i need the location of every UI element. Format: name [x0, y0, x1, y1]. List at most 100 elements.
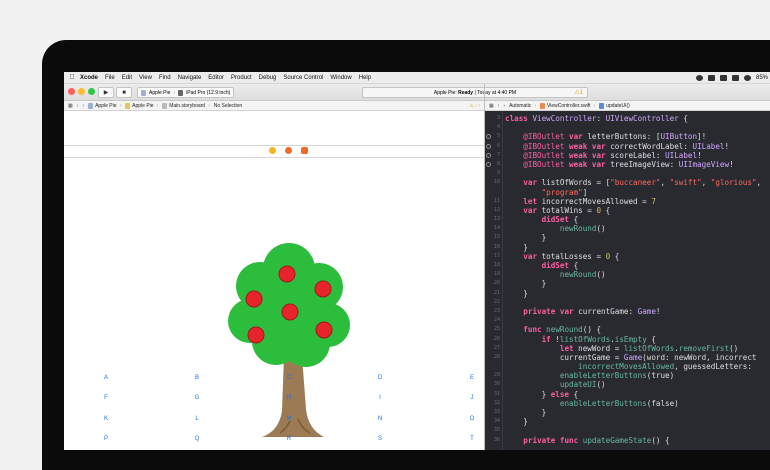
- letter-button-a[interactable]: A: [96, 375, 116, 381]
- letter-button-s[interactable]: S: [370, 436, 390, 442]
- code-line[interactable]: 13 didSet {: [485, 215, 770, 224]
- menu-debug[interactable]: Debug: [259, 75, 277, 81]
- back-arrow-icon[interactable]: ‹: [498, 103, 500, 109]
- letter-button-f[interactable]: F: [96, 395, 116, 401]
- scheme-selector[interactable]: Apple Pie › iPad Pro (12.9 inch): [137, 87, 235, 98]
- code-line[interactable]: 23 private var currentGame: Game!: [485, 307, 770, 316]
- menu-xcode[interactable]: Xcode: [80, 75, 98, 81]
- code-line[interactable]: 32 enableLetterButtons(false): [485, 399, 770, 408]
- menu-help[interactable]: Help: [359, 75, 371, 81]
- breadcrumb-project[interactable]: Apple Pie: [88, 102, 116, 109]
- code-line[interactable]: 5 @IBOutlet var letterButtons: [UIButton…: [485, 132, 770, 141]
- exit-icon[interactable]: [301, 147, 308, 154]
- breadcrumb-automatic[interactable]: Automatic: [509, 103, 531, 109]
- code-line[interactable]: 22: [485, 298, 770, 307]
- letter-button-h[interactable]: H: [279, 395, 299, 401]
- breadcrumb-folder[interactable]: Apple Pie: [125, 102, 154, 109]
- code-line[interactable]: 21 }: [485, 289, 770, 298]
- code-line[interactable]: 16 }: [485, 243, 770, 252]
- letter-button-b[interactable]: B: [187, 375, 207, 381]
- letter-button-e[interactable]: E: [462, 375, 482, 381]
- first-responder-icon[interactable]: [285, 147, 292, 154]
- menu-view[interactable]: View: [139, 75, 152, 81]
- forward-arrow-icon[interactable]: ›: [503, 103, 505, 109]
- storyboard-canvas[interactable]: A B C D E F G H I J K L M N O P Q R S T: [64, 111, 484, 450]
- related-items-icon[interactable]: ▦: [489, 103, 494, 109]
- menu-source-control[interactable]: Source Control: [283, 75, 323, 81]
- code-editor[interactable]: 3 class ViewController: UIViewController …: [485, 111, 770, 450]
- code-line[interactable]: 10 var listOfWords = ["buccaneer", "swif…: [485, 178, 770, 187]
- apple-menu-icon[interactable]: : [64, 74, 80, 81]
- back-arrow-icon[interactable]: ‹: [77, 103, 79, 109]
- minimize-window-button[interactable]: [78, 88, 85, 95]
- code-line[interactable]: 26 if !listOfWords.isEmpty {: [485, 335, 770, 344]
- letter-button-n[interactable]: N: [370, 416, 390, 422]
- menu-find[interactable]: Find: [159, 75, 171, 81]
- menu-edit[interactable]: Edit: [122, 75, 132, 81]
- letter-button-t[interactable]: T: [462, 436, 482, 442]
- volume-icon[interactable]: [731, 74, 739, 81]
- code-line[interactable]: 36 private func updateGameState() {: [485, 436, 770, 445]
- airplay-icon[interactable]: [719, 74, 727, 81]
- code-line[interactable]: 7 @IBOutlet weak var scoreLabel: UILabel…: [485, 151, 770, 160]
- menu-file[interactable]: File: [105, 75, 115, 81]
- siri-icon[interactable]: [695, 74, 703, 81]
- code-line[interactable]: 18 didSet {: [485, 261, 770, 270]
- warning-indicator[interactable]: ⚠1: [574, 89, 583, 96]
- menu-window[interactable]: Window: [330, 75, 351, 81]
- code-line[interactable]: 6 @IBOutlet weak var correctWordLabel: U…: [485, 142, 770, 151]
- letter-button-g[interactable]: G: [187, 395, 207, 401]
- code-line[interactable]: 12 var totalWins = 0 {: [485, 206, 770, 215]
- code-line[interactable]: 4: [485, 123, 770, 132]
- view-controller-icon[interactable]: [269, 147, 276, 154]
- wifi-icon[interactable]: [743, 74, 751, 81]
- close-window-button[interactable]: [68, 88, 75, 95]
- letter-button-m[interactable]: M: [279, 416, 299, 422]
- related-items-icon[interactable]: ▦: [68, 103, 73, 109]
- code-line[interactable]: incorrectMovesAllowed, guessedLetters:: [485, 362, 770, 371]
- source-code[interactable]: 3 class ViewController: UIViewController …: [485, 114, 770, 445]
- letter-button-k[interactable]: K: [96, 416, 116, 422]
- forward-arrow-icon[interactable]: ›: [82, 103, 84, 109]
- code-line[interactable]: 29 enableLetterButtons(true): [485, 371, 770, 380]
- code-line[interactable]: 30 updateUI(): [485, 380, 770, 389]
- letter-button-p[interactable]: P: [96, 436, 116, 442]
- tree-image-view[interactable]: [224, 241, 354, 441]
- display-icon[interactable]: [707, 74, 715, 81]
- menu-product[interactable]: Product: [231, 75, 252, 81]
- code-line[interactable]: "program"]: [485, 188, 770, 197]
- code-line[interactable]: 3 class ViewController: UIViewController …: [485, 114, 770, 123]
- breadcrumb-method[interactable]: updateUI(): [599, 102, 630, 109]
- code-line[interactable]: 34 }: [485, 417, 770, 426]
- code-line[interactable]: 14 newRound(): [485, 224, 770, 233]
- breadcrumb-storyboard[interactable]: Main.storyboard: [162, 102, 205, 109]
- code-line[interactable]: 17 var totalLosses = 0 {: [485, 252, 770, 261]
- breadcrumb-swift-file[interactable]: ViewController.swift: [539, 102, 591, 109]
- code-line[interactable]: 19 newRound(): [485, 270, 770, 279]
- code-line[interactable]: 11 let incorrectMovesAllowed = 7: [485, 197, 770, 206]
- letter-button-d[interactable]: D: [370, 375, 390, 381]
- breadcrumb-selection[interactable]: No Selection: [214, 103, 242, 109]
- code-line[interactable]: 27 let newWord = listOfWords.removeFirst…: [485, 344, 770, 353]
- code-line[interactable]: 25 func newRound() {: [485, 325, 770, 334]
- code-line[interactable]: 8 @IBOutlet weak var treeImageView: UIIm…: [485, 160, 770, 169]
- menu-navigate[interactable]: Navigate: [178, 75, 202, 81]
- battery-percent[interactable]: 85%: [756, 75, 768, 81]
- letter-button-l[interactable]: L: [187, 416, 207, 422]
- code-line[interactable]: 35: [485, 426, 770, 435]
- letter-button-o[interactable]: O: [462, 416, 482, 422]
- code-line[interactable]: 33 }: [485, 408, 770, 417]
- letter-button-r[interactable]: R: [279, 436, 299, 442]
- run-button[interactable]: ▶: [98, 87, 114, 98]
- code-line[interactable]: 28 currentGame = Game(word: newWord, inc…: [485, 353, 770, 362]
- stop-button[interactable]: ■: [116, 87, 132, 98]
- code-line[interactable]: 9: [485, 169, 770, 178]
- zoom-window-button[interactable]: [88, 88, 95, 95]
- code-line[interactable]: 20 }: [485, 279, 770, 288]
- code-line[interactable]: 15 }: [485, 233, 770, 242]
- code-line[interactable]: 31 } else {: [485, 390, 770, 399]
- letter-button-c[interactable]: C: [279, 375, 299, 381]
- letter-button-i[interactable]: I: [370, 395, 390, 401]
- code-line[interactable]: 24: [485, 316, 770, 325]
- letter-button-j[interactable]: J: [462, 395, 482, 401]
